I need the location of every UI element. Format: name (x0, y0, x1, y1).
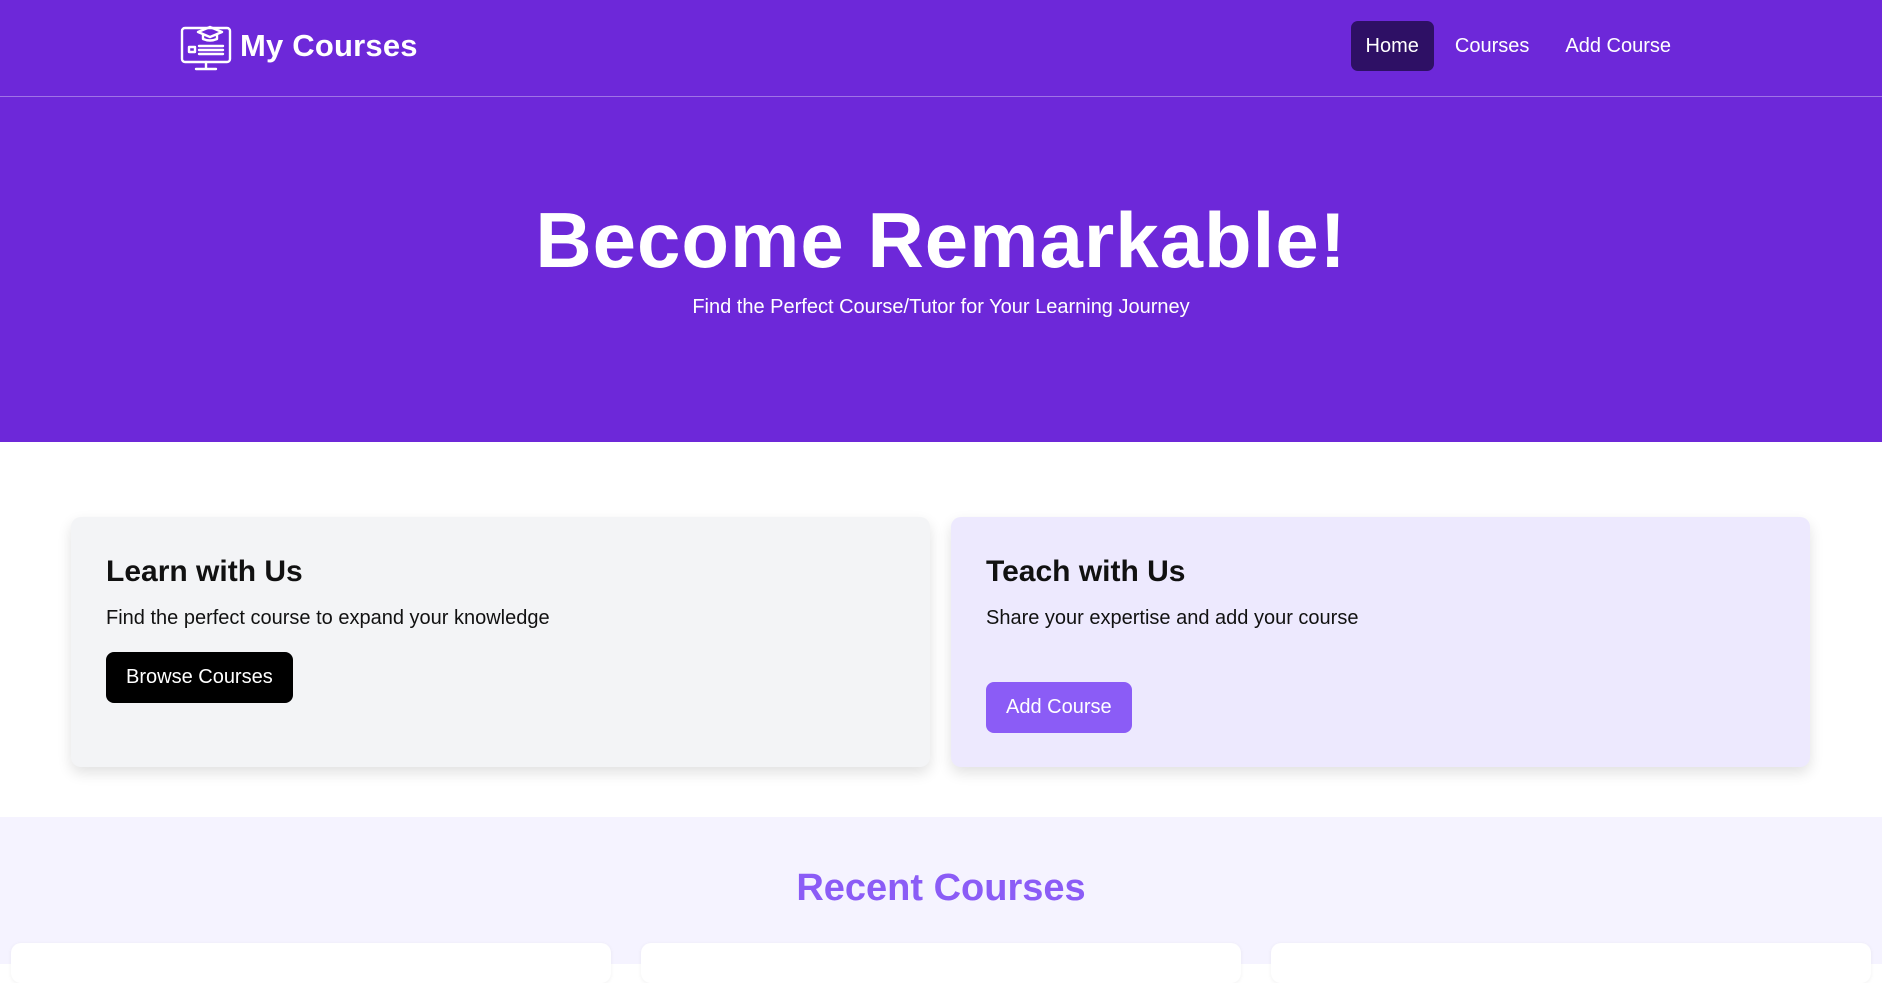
main-nav: Home Courses Add Course (1350, 21, 1686, 71)
nav-home-link[interactable]: Home (1350, 21, 1434, 71)
hero-subtitle: Find the Perfect Course/Tutor for Your L… (692, 296, 1190, 318)
course-monitor-icon (180, 20, 232, 72)
add-course-button[interactable]: Add Course (986, 682, 1132, 733)
recent-courses-section: Recent Courses (0, 817, 1882, 983)
nav-courses-link[interactable]: Courses (1440, 21, 1544, 71)
learn-card-title: Learn with Us (106, 555, 303, 588)
teach-card-text: Share your expertise and add your course (986, 607, 1359, 629)
nav-add-course-link[interactable]: Add Course (1550, 21, 1686, 71)
action-cards: Learn with Us Find the perfect course to… (71, 517, 1810, 767)
browse-courses-button[interactable]: Browse Courses (106, 652, 293, 703)
hero-title: Become Remarkable! (535, 196, 1347, 284)
brand-logo-link[interactable]: My Courses (180, 20, 418, 72)
learn-card: Learn with Us Find the perfect course to… (71, 517, 930, 767)
teach-card: Teach with Us Share your expertise and a… (951, 517, 1810, 767)
site-header: My Courses Home Courses Add Course (0, 0, 1882, 97)
recent-courses-title: Recent Courses (796, 867, 1086, 909)
course-card[interactable] (1271, 943, 1871, 983)
course-card[interactable] (641, 943, 1241, 983)
learn-card-text: Find the perfect course to expand your k… (106, 607, 550, 629)
brand-name: My Courses (240, 28, 418, 63)
hero-section: Become Remarkable! Find the Perfect Cour… (0, 97, 1882, 442)
course-card[interactable] (11, 943, 611, 983)
teach-card-title: Teach with Us (986, 555, 1186, 588)
